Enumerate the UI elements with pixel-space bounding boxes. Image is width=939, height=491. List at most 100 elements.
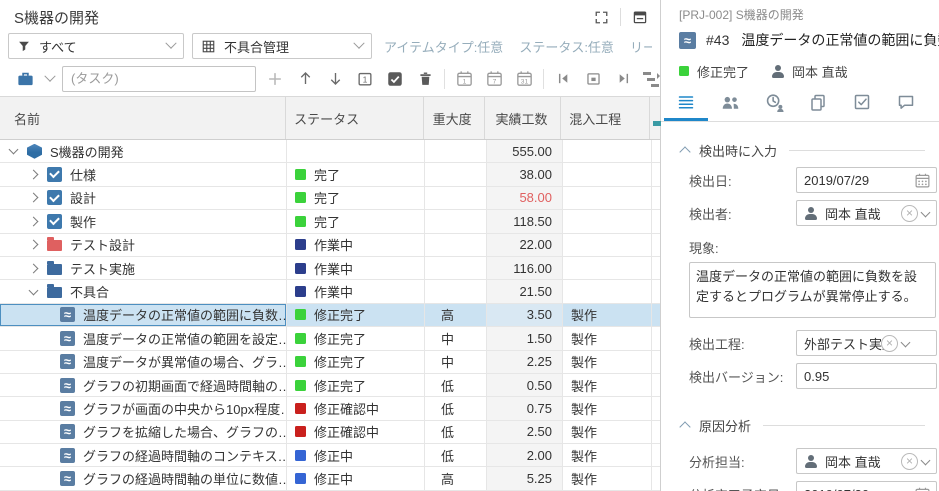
table-row[interactable]: グラフを拡縮した場合、グラフの… 修正確認中 低 2.50 製作 <box>0 421 660 444</box>
filter-dropdown[interactable]: すべて <box>8 33 184 59</box>
table-row[interactable]: グラフが画面の中央から10px程度… 修正確認中 低 0.75 製作 <box>0 397 660 420</box>
grid-view-icon <box>201 39 216 54</box>
calendar-picker-icon[interactable] <box>914 172 931 189</box>
level-1-icon[interactable]: 1 <box>350 67 380 91</box>
tab-tasks[interactable] <box>840 86 884 121</box>
status-color-square <box>679 66 689 76</box>
expand-fullscreen-icon[interactable] <box>594 10 609 25</box>
item-title: 温度データの正常値の範囲に負数を設定 <box>741 30 939 50</box>
status-badge: 修正完了 <box>697 62 749 81</box>
move-down-icon[interactable] <box>320 67 350 91</box>
chevron-down-icon[interactable] <box>40 67 60 91</box>
section-detection[interactable]: 検出時に入力 <box>679 141 925 160</box>
table-row[interactable]: 不具合 作業中 21.50 <box>0 280 660 303</box>
trash-icon[interactable] <box>410 67 440 91</box>
view-dropdown[interactable]: 不具合管理 <box>192 33 372 59</box>
table-row[interactable]: グラフの初期画面で経過時間軸の… 修正完了 低 0.50 製作 <box>0 374 660 397</box>
tab-members[interactable] <box>708 86 752 121</box>
chevron-collapsed-icon[interactable] <box>29 240 39 250</box>
chevron-down-icon <box>353 38 364 49</box>
project-tree-panel: S機器の開発 すべて <box>0 0 661 491</box>
collapse-icon <box>679 421 690 432</box>
chevron-collapsed-icon[interactable] <box>29 216 39 226</box>
analysis-due-label: 分析完了予定日: <box>689 485 796 491</box>
detect-date-field[interactable]: 2019/07/29 <box>796 167 937 193</box>
status-filter[interactable]: ステータス:任意 <box>519 37 614 56</box>
tab-copy[interactable] <box>796 86 840 121</box>
chevron-expanded-icon[interactable] <box>9 145 19 155</box>
detect-process-label: 検出工程: <box>689 334 796 353</box>
column-header-injected-process[interactable]: 混入工程 <box>561 97 650 139</box>
complete-check-icon[interactable] <box>380 67 410 91</box>
task-search-input[interactable] <box>62 66 256 92</box>
task-check-icon <box>47 214 62 229</box>
tab-comments[interactable] <box>884 86 928 121</box>
phenomenon-textarea[interactable]: 温度データの正常値の範囲に負数を設定するとプログラムが異常停止する。 <box>689 262 936 318</box>
chevron-down-icon[interactable] <box>921 455 931 465</box>
table-row[interactable]: 設計 完了 58.00 <box>0 187 660 210</box>
jump-first-icon[interactable] <box>548 67 578 91</box>
detector-field[interactable]: 岡本 直哉 <box>796 200 937 226</box>
table-row[interactable]: グラフの経過時間軸のコンテキス… 修正中 低 2.00 製作 <box>0 444 660 467</box>
chevron-down-icon[interactable] <box>901 337 911 347</box>
person-icon <box>804 455 818 468</box>
jump-last-icon[interactable] <box>608 67 638 91</box>
table-row[interactable]: 製作 完了 118.50 <box>0 210 660 233</box>
briefcase-icon[interactable] <box>10 67 40 91</box>
defect-icon <box>679 32 696 49</box>
tab-history[interactable] <box>752 86 796 121</box>
section-analysis[interactable]: 原因分析 <box>679 416 925 435</box>
detector-label: 検出者: <box>689 204 796 223</box>
move-up-icon[interactable] <box>290 67 320 91</box>
table-row[interactable]: 温度データの正常値の範囲を設定… 修正完了 中 1.50 製作 <box>0 327 660 350</box>
column-header-severity[interactable]: 重大度 <box>424 97 486 139</box>
funnel-icon <box>17 39 31 53</box>
analyst-label: 分析担当: <box>689 452 796 471</box>
column-header-status[interactable]: ステータス <box>286 97 424 139</box>
calendar-picker-icon[interactable] <box>914 486 931 491</box>
person-icon <box>771 65 785 78</box>
divider <box>620 8 621 26</box>
table-row[interactable]: グラフの経過時間軸の単位に数値… 修正中 高 5.25 製作 <box>0 467 660 490</box>
chevron-down-icon[interactable] <box>921 207 931 217</box>
calendar-view-icon[interactable] <box>632 9 648 25</box>
table-row[interactable]: 仕様 完了 38.00 <box>0 163 660 186</box>
clear-icon[interactable] <box>881 335 898 352</box>
panel-title-bar: S機器の開発 <box>0 0 660 32</box>
divider <box>543 69 544 89</box>
clear-icon[interactable] <box>901 205 918 222</box>
chevron-expanded-icon[interactable] <box>29 285 39 295</box>
tab-details[interactable] <box>664 86 708 121</box>
detect-version-field[interactable]: 0.95 <box>796 363 937 389</box>
table-row-selected[interactable]: 温度データの正常値の範囲に負数… 修正完了 高 3.50 製作 <box>0 304 660 327</box>
add-item-icon[interactable] <box>260 67 290 91</box>
leader-filter[interactable]: リーダー:任意 <box>630 37 652 56</box>
filter-bar: すべて 不具合管理 アイテムタイプ:任意 ステータス:任意 リーダー:任意 <box>0 32 660 60</box>
detail-tabs <box>661 86 939 122</box>
chevron-collapsed-icon[interactable] <box>29 193 39 203</box>
calendar-week-icon[interactable]: 7 <box>479 67 509 91</box>
breadcrumb: [PRJ-002] S機器の開発 <box>679 5 939 26</box>
column-header-actual-hours[interactable]: 実績工数 <box>485 97 561 139</box>
table-row[interactable]: テスト実施 作業中 116.00 <box>0 257 660 280</box>
view-selected-label: 不具合管理 <box>224 37 289 56</box>
column-header-name[interactable]: 名前 <box>0 97 286 139</box>
defect-icon <box>60 307 75 322</box>
item-type-filter[interactable]: アイテムタイプ:任意 <box>384 37 503 56</box>
task-check-icon <box>47 167 62 182</box>
calendar-day-icon[interactable]: 1 <box>449 67 479 91</box>
table-row[interactable]: テスト設計 作業中 22.00 <box>0 234 660 257</box>
chevron-collapsed-icon[interactable] <box>29 263 39 273</box>
table-row[interactable]: S機器の開発 555.00 <box>0 140 660 163</box>
section-heading: 検出時に入力 <box>699 141 777 160</box>
analysis-due-field[interactable]: 2019/07/30 <box>796 481 937 491</box>
chevron-down-icon <box>165 38 176 49</box>
detect-date-label: 検出日: <box>689 171 796 190</box>
clear-icon[interactable] <box>901 453 918 470</box>
chevron-collapsed-icon[interactable] <box>29 170 39 180</box>
analyst-field[interactable]: 岡本 直哉 <box>796 448 937 474</box>
calendar-today-icon[interactable] <box>578 67 608 91</box>
calendar-month-icon[interactable]: 31 <box>509 67 539 91</box>
table-row[interactable]: 温度データが異常値の場合、グラ… 修正完了 中 2.25 製作 <box>0 351 660 374</box>
detect-process-field[interactable]: 外部テスト実施 <box>796 330 937 356</box>
